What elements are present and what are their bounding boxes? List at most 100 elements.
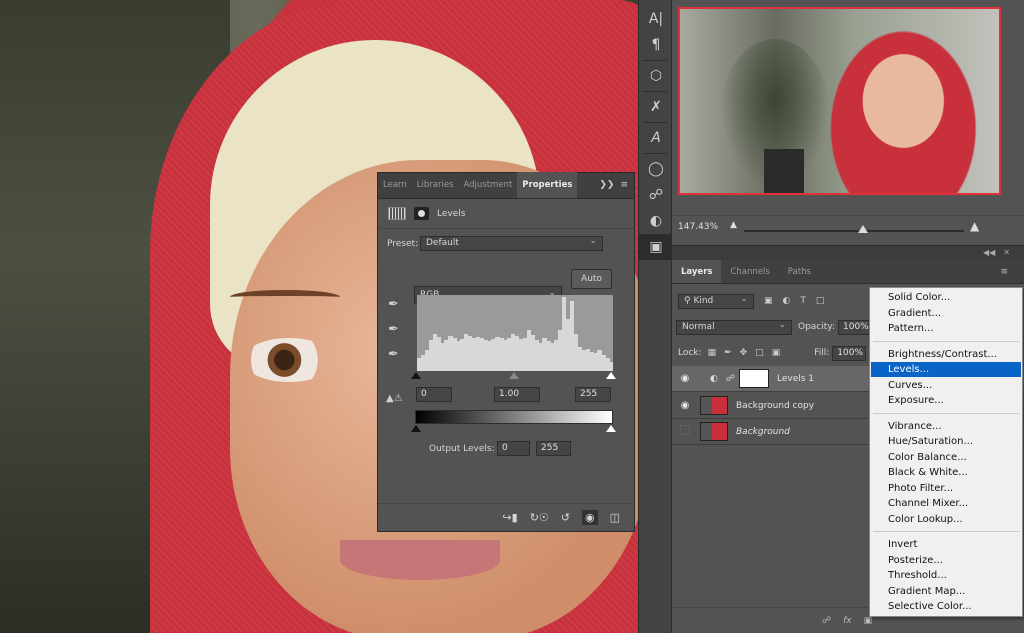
output-black-slider[interactable] <box>411 425 421 432</box>
navigator-thumbnail[interactable] <box>678 7 1001 195</box>
filter-type-icon[interactable]: T <box>800 296 806 306</box>
tab-learn[interactable]: Learn <box>378 172 412 198</box>
menu-item-threshold[interactable]: Threshold... <box>871 568 1021 583</box>
mask-thumbnail[interactable] <box>738 369 769 388</box>
visibility-box[interactable] <box>672 425 698 438</box>
blend-mode-dropdown[interactable]: Normal <box>676 319 792 335</box>
output-black-field[interactable]: 0 <box>497 441 530 456</box>
output-white-slider[interactable] <box>606 425 616 432</box>
auto-button[interactable]: Auto <box>571 269 612 289</box>
menu-item-color-lookup[interactable]: Color Lookup... <box>871 512 1021 527</box>
menu-separator <box>873 340 1019 342</box>
menu-item-curves[interactable]: Curves... <box>871 378 1021 393</box>
input-white-field[interactable]: 255 <box>575 387 611 402</box>
paragraph-icon[interactable]: ¶ <box>639 32 673 58</box>
output-white-field[interactable]: 255 <box>536 441 571 456</box>
link-icon[interactable]: ☍ <box>726 374 735 384</box>
smile <box>340 540 500 580</box>
black-eyedropper-icon[interactable]: ✒ <box>388 297 399 312</box>
adjustment-layer-icon: ◐ <box>710 373 718 384</box>
input-white-slider[interactable] <box>606 372 616 379</box>
zoom-slider[interactable] <box>744 230 964 232</box>
menu-item-gradient-map[interactable]: Gradient Map... <box>871 584 1021 599</box>
filter-kind-value: Kind <box>693 295 714 306</box>
fx-button[interactable]: fx <box>843 616 852 626</box>
learn-icon[interactable]: ◯ <box>639 156 673 182</box>
filter-shape-icon[interactable]: □ <box>816 296 825 306</box>
menu-item-exposure[interactable]: Exposure... <box>871 393 1021 408</box>
photoshop-window: A| ¶ ⬡ ✗ A ◯ ☍ ◐ ▣ Learn Libraries Adjus… <box>0 0 1024 633</box>
menu-item-black-white[interactable]: Black & White... <box>871 465 1021 480</box>
menu-item-channel-mixer[interactable]: Channel Mixer... <box>871 496 1021 511</box>
menu-item-gradient[interactable]: Gradient... <box>871 306 1021 321</box>
menu-item-solid-color[interactable]: Solid Color... <box>871 290 1021 305</box>
output-levels-label: Output Levels: <box>429 444 495 454</box>
zoom-slider-knob[interactable] <box>858 225 868 233</box>
zoom-out-icon[interactable]: ▲ <box>730 220 737 230</box>
properties-icon[interactable]: ▣ <box>639 234 673 260</box>
menu-item-brightness-contrast[interactable]: Brightness/Contrast... <box>871 347 1021 362</box>
menu-item-levels[interactable]: Levels... <box>871 362 1021 377</box>
view-previous-icon[interactable]: ↻☉ <box>530 511 549 524</box>
preset-dropdown[interactable]: Default <box>420 235 603 251</box>
3d-icon[interactable]: ⬡ <box>639 63 673 89</box>
libraries-icon[interactable]: ☍ <box>639 182 673 208</box>
zoom-in-icon[interactable]: ▲ <box>970 219 979 233</box>
filter-kind-dropdown[interactable]: ⚲ Kind <box>678 293 754 309</box>
blend-mode-value: Normal <box>682 321 715 332</box>
panel-menu-icon[interactable]: ≡ <box>620 172 628 198</box>
input-gamma-slider[interactable] <box>509 372 519 379</box>
fill-field[interactable]: 100% <box>832 345 867 361</box>
zoom-field[interactable]: 147.43% <box>678 222 718 232</box>
visibility-eye-icon[interactable]: ◉ <box>672 400 698 411</box>
tool-presets-icon[interactable]: ✗ <box>639 94 673 120</box>
menu-item-vibrance[interactable]: Vibrance... <box>871 419 1021 434</box>
tab-paths[interactable]: Paths <box>779 260 820 283</box>
add-mask-icon[interactable]: ▣ <box>864 616 873 626</box>
adjustments-icon[interactable]: ◐ <box>639 208 673 234</box>
layers-menu-icon[interactable]: ≡ <box>1000 260 1024 283</box>
lock-all-icon[interactable]: ▣ <box>772 348 781 358</box>
glyphs-icon[interactable]: A <box>639 125 673 151</box>
lock-transparent-icon[interactable]: ▦ <box>708 348 717 358</box>
gray-eyedropper-icon[interactable]: ✒ <box>388 322 399 337</box>
menu-item-invert[interactable]: Invert <box>871 537 1021 552</box>
tab-channels[interactable]: Channels <box>721 260 778 283</box>
close-dock-icon[interactable]: ✕ <box>1003 246 1010 260</box>
trash-icon[interactable]: ◫ <box>610 511 620 524</box>
menu-item-hue-saturation[interactable]: Hue/Saturation... <box>871 434 1021 449</box>
white-eyedropper-icon[interactable]: ✒ <box>388 347 399 362</box>
collapse-dock-icon[interactable]: ◀◀ <box>983 246 995 260</box>
lock-artboard-icon[interactable]: □ <box>755 348 764 358</box>
filter-pixel-icon[interactable]: ▣ <box>764 296 773 306</box>
collapse-icon[interactable]: ❯❯ <box>599 172 614 198</box>
clip-to-layer-icon[interactable]: ↪▮ <box>502 511 517 524</box>
tab-adjustment[interactable]: Adjustment <box>458 172 517 198</box>
filter-adjustment-icon[interactable]: ◐ <box>783 296 791 306</box>
link-layers-icon[interactable]: ☍ <box>822 616 831 626</box>
menu-item-color-balance[interactable]: Color Balance... <box>871 450 1021 465</box>
reset-icon[interactable]: ↺ <box>561 511 570 524</box>
mask-icon[interactable] <box>414 207 429 220</box>
tab-properties[interactable]: Properties <box>517 172 578 198</box>
visibility-eye-icon[interactable]: ◉ <box>672 373 698 384</box>
menu-item-posterize[interactable]: Posterize... <box>871 553 1021 568</box>
lock-paint-icon[interactable]: ✒ <box>724 348 732 358</box>
tab-layers[interactable]: Layers <box>672 260 722 283</box>
menu-item-photo-filter[interactable]: Photo Filter... <box>871 481 1021 496</box>
input-black-field[interactable]: 0 <box>416 387 452 402</box>
eyebrow <box>230 290 340 304</box>
clipping-warning-icon[interactable]: ▲⚠ <box>386 393 403 404</box>
menu-item-selective-color[interactable]: Selective Color... <box>871 599 1021 614</box>
output-gradient <box>415 410 613 424</box>
opacity-label: Opacity: <box>798 322 835 332</box>
character-icon[interactable]: A| <box>639 6 673 32</box>
visibility-icon[interactable]: ◉ <box>581 510 598 525</box>
menu-item-pattern[interactable]: Pattern... <box>871 321 1021 336</box>
input-gamma-field[interactable]: 1.00 <box>494 387 540 402</box>
input-black-slider[interactable] <box>411 372 421 379</box>
lock-position-icon[interactable]: ✥ <box>740 348 748 358</box>
layer-thumbnail <box>700 396 728 415</box>
tab-libraries[interactable]: Libraries <box>412 172 459 198</box>
opacity-field[interactable]: 100% <box>838 319 872 335</box>
